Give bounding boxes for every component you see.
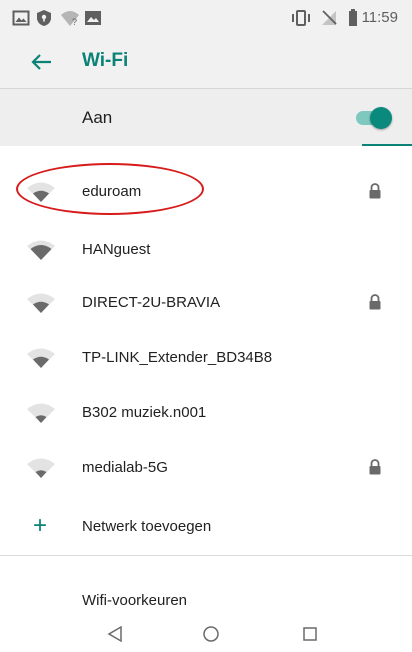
wifi-preferences-item[interactable]: Wifi-voorkeuren	[0, 576, 412, 616]
toggle-thumb	[370, 107, 392, 129]
navigation-bar	[0, 616, 412, 652]
network-item[interactable]: HANguest	[0, 223, 412, 279]
wifi-toggle[interactable]	[352, 105, 392, 131]
recents-square-icon[interactable]	[302, 625, 318, 643]
network-item[interactable]: B302 muziek.n001	[0, 386, 412, 442]
lock-icon	[369, 183, 381, 199]
vpn-shield-icon	[37, 10, 51, 26]
wifi-signal-icon	[27, 458, 55, 478]
status-time: 11:59	[361, 9, 398, 26]
network-ssid: TP-LINK_Extender_BD34B8	[82, 349, 273, 366]
wifi-preferences-label: Wifi-voorkeuren	[82, 592, 188, 609]
wifi-question-icon: ?	[61, 11, 79, 27]
wifi-signal-icon	[27, 182, 55, 202]
wifi-signal-icon	[27, 293, 55, 313]
plus-icon: +	[33, 512, 48, 539]
no-signal-icon	[322, 10, 337, 25]
wifi-signal-icon	[27, 403, 55, 423]
back-triangle-icon[interactable]	[107, 625, 123, 643]
network-ssid: DIRECT-2U-BRAVIA	[82, 294, 221, 311]
network-item[interactable]: TP-LINK_Extender_BD34B8	[0, 331, 412, 387]
image-icon	[85, 11, 101, 25]
svg-text:?: ?	[72, 17, 77, 27]
gallery-icon	[12, 10, 30, 26]
network-ssid: medialab-5G	[82, 459, 168, 476]
network-item[interactable]: eduroam	[0, 165, 412, 221]
divider	[0, 555, 412, 556]
network-item[interactable]: medialab-5G	[0, 441, 412, 497]
add-network-button[interactable]: + Netwerk toevoegen	[0, 500, 412, 556]
lock-icon	[369, 459, 381, 475]
wifi-signal-icon	[27, 348, 55, 368]
master-switch-label: Aan	[82, 108, 113, 127]
page-title: Wi-Fi	[82, 50, 129, 71]
home-circle-icon[interactable]	[202, 625, 220, 643]
lock-icon	[369, 294, 381, 310]
network-item[interactable]: DIRECT-2U-BRAVIA	[0, 276, 412, 332]
add-network-label: Netwerk toevoegen	[82, 518, 212, 535]
battery-icon	[349, 9, 357, 26]
wifi-signal-icon	[27, 240, 55, 260]
network-ssid: eduroam	[82, 183, 142, 200]
network-ssid: HANguest	[82, 241, 151, 258]
master-switch-underline	[362, 144, 412, 146]
arrow-left-icon[interactable]	[28, 48, 56, 76]
status-bar: ? 11:59	[0, 0, 412, 36]
wifi-master-switch-row[interactable]: Aan	[0, 88, 412, 146]
app-bar: Wi-Fi	[0, 36, 412, 88]
network-ssid: B302 muziek.n001	[82, 404, 207, 421]
vibrate-icon	[292, 10, 310, 26]
